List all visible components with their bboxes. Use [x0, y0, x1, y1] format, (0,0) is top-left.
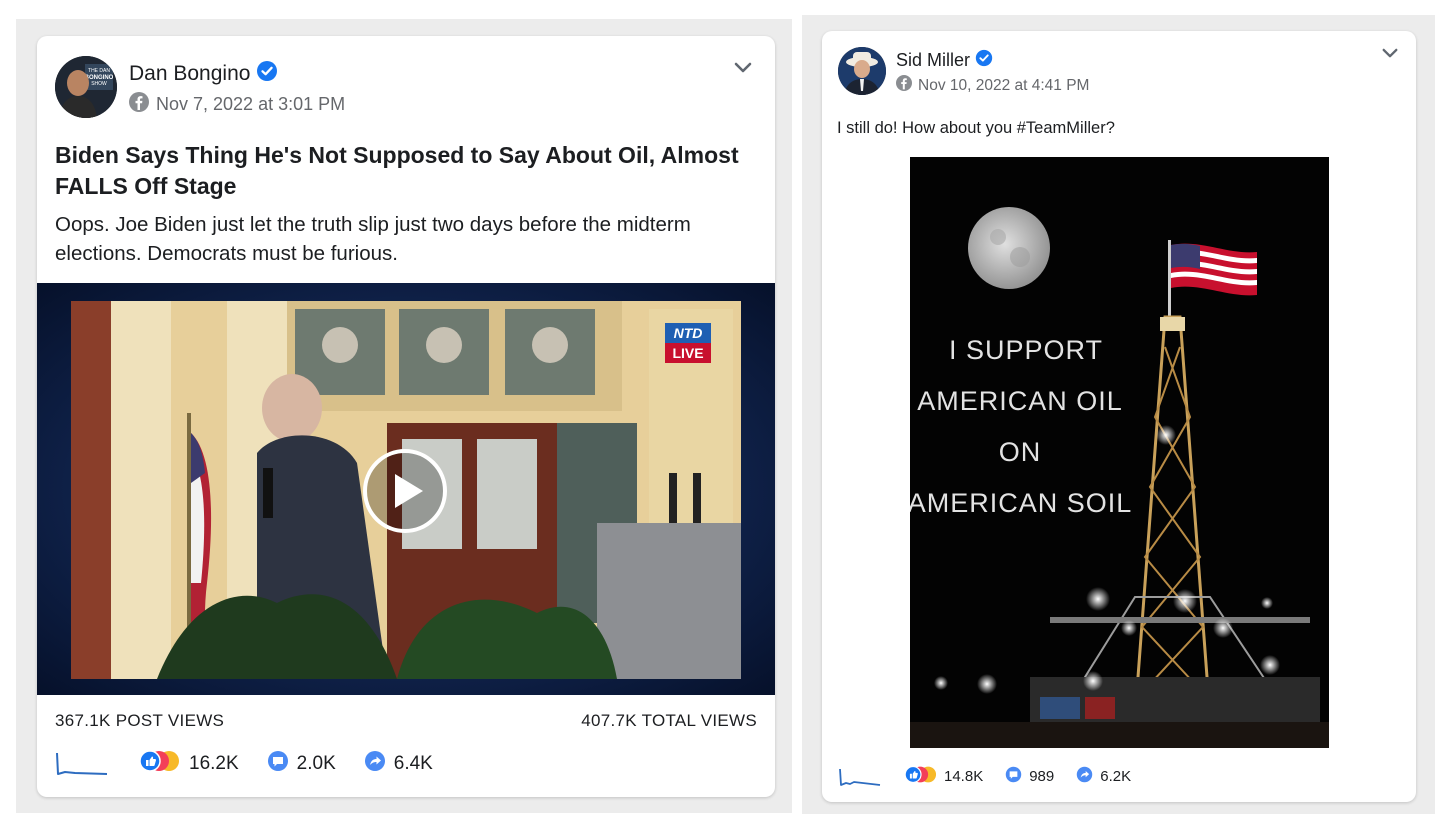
comment-count: 2.0K [296, 753, 336, 774]
author-name[interactable]: Sid Miller [896, 50, 970, 71]
author-name[interactable]: Dan Bongino [129, 62, 250, 86]
poster-line-1: I SUPPORT [948, 335, 1104, 365]
shares[interactable]: 6.2K [1076, 766, 1131, 787]
post-timestamp[interactable]: Nov 10, 2022 at 4:41 PM [918, 77, 1089, 95]
chevron-down-icon[interactable] [1381, 47, 1399, 65]
poster-line-4: AMERICAN SOIL [910, 488, 1133, 518]
sparkline [55, 751, 109, 777]
post-description: Oops. Joe Biden just let the truth slip … [55, 213, 691, 265]
video-player[interactable]: NTD LIVE [37, 283, 775, 695]
comment-count: 989 [1029, 768, 1055, 785]
post-text: I still do! How about you #TeamMiller? [837, 119, 1115, 137]
engagement-row: 16.2K 2.0K 6.4K [55, 749, 433, 779]
author-row: Dan Bongino [129, 60, 278, 88]
comments[interactable]: 989 [1005, 766, 1054, 787]
left-post-panel: THE DAN BONGINO SHOW Dan Bongino Nov 7, … [16, 19, 792, 813]
poster-line-3: ON [998, 437, 1042, 467]
chevron-down-icon[interactable] [733, 61, 753, 80]
right-post-card: Sid Miller Nov 10, 2022 at 4:41 PM I sti… [822, 31, 1416, 802]
share-icon [364, 750, 386, 778]
share-count: 6.2K [1100, 768, 1132, 785]
shares[interactable]: 6.4K [364, 750, 433, 778]
verified-badge-icon [256, 60, 278, 88]
sid-miller-avatar[interactable] [838, 47, 886, 95]
post-meta: Nov 10, 2022 at 4:41 PM [896, 75, 1089, 96]
sparkline [838, 767, 882, 787]
comments[interactable]: 2.0K [267, 750, 336, 778]
reactions[interactable]: 14.8K [904, 765, 983, 788]
author-row: Sid Miller [896, 49, 993, 72]
like-reaction-icon [904, 765, 938, 788]
moon [968, 207, 1050, 289]
poster-line-2: AMERICAN OIL [917, 386, 1123, 416]
reactions[interactable]: 16.2K [139, 749, 239, 779]
engagement-row: 14.8K 989 6.2K [838, 765, 1131, 788]
reaction-count: 14.8K [944, 768, 984, 785]
live-badge: LIVE [672, 345, 703, 361]
post-views: 367.1K POST VIEWS [55, 711, 225, 730]
left-post-card: THE DAN BONGINO SHOW Dan Bongino Nov 7, … [37, 36, 775, 797]
ntd-badge: NTD [674, 325, 703, 341]
svg-text:SHOW: SHOW [91, 81, 107, 87]
play-icon [363, 449, 447, 533]
comment-icon [1005, 766, 1022, 787]
play-button[interactable] [362, 448, 448, 534]
sparkline-icon [56, 752, 108, 775]
total-views: 407.7K TOTAL VIEWS [581, 711, 757, 730]
comment-icon [267, 750, 289, 778]
sparkline-icon [839, 768, 881, 786]
share-icon [1076, 766, 1093, 787]
verified-badge-icon [975, 49, 993, 72]
like-reaction-icon [139, 749, 181, 779]
right-post-panel: Sid Miller Nov 10, 2022 at 4:41 PM I sti… [802, 15, 1435, 814]
svg-text:THE DAN: THE DAN [88, 68, 110, 74]
facebook-globe-icon [896, 75, 912, 96]
post-headline[interactable]: Biden Says Thing He's Not Supposed to Sa… [55, 140, 745, 202]
view-stats: 367.1K POST VIEWS 407.7K TOTAL VIEWS [55, 711, 757, 731]
post-timestamp[interactable]: Nov 7, 2022 at 3:01 PM [156, 94, 345, 115]
share-count: 6.4K [393, 753, 433, 774]
dan-bongino-avatar[interactable]: THE DAN BONGINO SHOW [55, 56, 117, 118]
post-image[interactable]: I SUPPORT AMERICAN OIL ON AMERICAN SOIL [910, 157, 1329, 748]
reaction-count: 16.2K [189, 753, 239, 774]
facebook-globe-icon [129, 92, 149, 117]
post-meta: Nov 7, 2022 at 3:01 PM [129, 92, 345, 117]
